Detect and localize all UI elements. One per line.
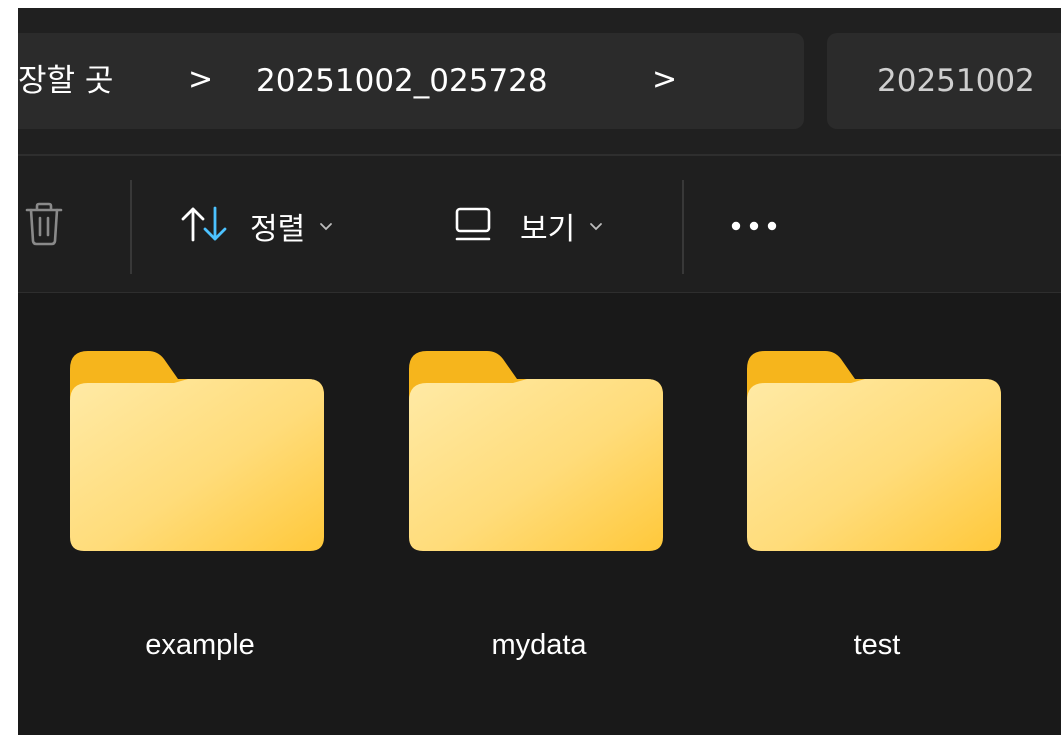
- delete-button[interactable]: [24, 186, 84, 266]
- folder-icon: [409, 351, 665, 557]
- breadcrumb-separator[interactable]: >: [652, 33, 677, 129]
- address-row: 장할 곳 > 20251002_025728 > 20251002: [18, 8, 1061, 154]
- breadcrumb-separator[interactable]: >: [188, 33, 213, 129]
- breadcrumb[interactable]: 장할 곳 > 20251002_025728 >: [18, 33, 804, 129]
- view-label: 보기: [520, 212, 576, 247]
- chevron-down-icon: [319, 217, 333, 236]
- file-list: example mydata test: [18, 293, 1061, 735]
- folder-icon: [747, 351, 1003, 557]
- chevron-down-icon: [589, 217, 603, 236]
- view-button[interactable]: 보기: [452, 186, 603, 266]
- view-square-icon: [452, 204, 494, 248]
- search-input[interactable]: 20251002: [877, 33, 1035, 129]
- sort-button[interactable]: 정렬: [180, 186, 333, 266]
- toolbar-separator: [682, 180, 684, 274]
- folder-item[interactable]: mydata: [409, 351, 669, 671]
- breadcrumb-item[interactable]: 20251002_025728: [256, 33, 548, 129]
- folder-icon: [70, 351, 326, 557]
- sort-arrows-icon: [180, 204, 232, 248]
- trash-icon: [24, 200, 64, 252]
- folder-name: mydata: [491, 629, 587, 661]
- folder-name: example: [145, 629, 255, 661]
- search-box[interactable]: 20251002: [827, 33, 1061, 129]
- folder-item[interactable]: test: [747, 351, 1007, 671]
- file-explorer-window: 장할 곳 > 20251002_025728 > 20251002 정렬 보기 …: [18, 8, 1061, 735]
- breadcrumb-item[interactable]: 장할 곳: [18, 33, 113, 129]
- sort-label: 정렬: [250, 212, 306, 247]
- more-options-button[interactable]: [730, 186, 780, 266]
- folder-item[interactable]: example: [70, 351, 330, 671]
- toolbar-separator: [130, 180, 132, 274]
- more-ellipsis-icon: [730, 217, 780, 236]
- folder-name: test: [853, 629, 901, 661]
- command-bar: 정렬 보기: [18, 156, 1061, 292]
